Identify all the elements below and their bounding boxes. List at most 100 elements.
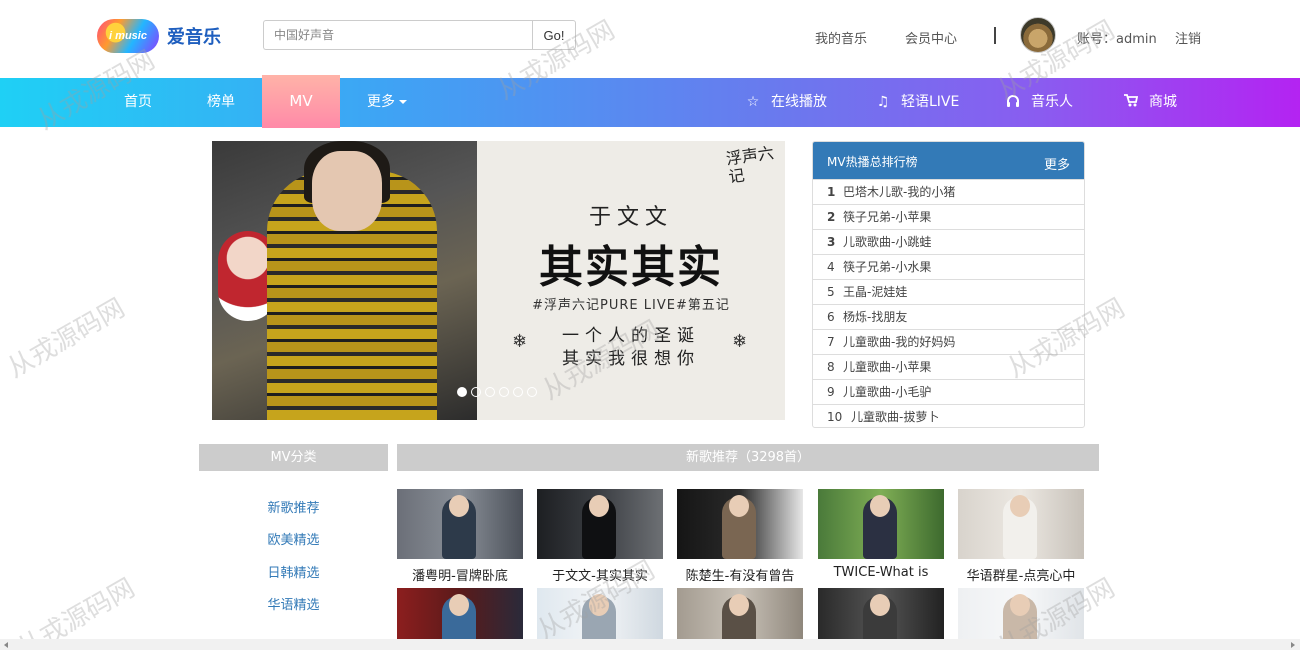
new-songs-header: 新歌推荐（3298首） [397,444,1099,471]
member-center-link[interactable]: 会员中心 [905,28,957,47]
mv-title: 陈楚生-有没有曾告 [685,569,795,584]
logout-link[interactable]: 注销 [1175,28,1201,47]
rank-number: 10 [827,410,843,424]
mv-title: 于文文-其实其实 [552,569,648,584]
scroll-right-icon[interactable] [1291,642,1295,648]
carousel-dot[interactable] [499,387,509,397]
carousel-dot[interactable] [513,387,523,397]
horizontal-scrollbar[interactable] [0,639,1300,650]
watermark: 从戎源码网 [12,573,141,650]
rank-title: 儿童歌曲-我的好妈妈 [843,335,956,349]
rank-number: 5 [827,285,835,299]
thumbnail-face [1010,594,1030,616]
rank-number: 2 [827,210,836,224]
mv-card[interactable]: 陈楚生-有没有曾告 [677,489,803,584]
ranking-row[interactable]: 9 儿童歌曲-小毛驴 [813,379,1084,404]
ranking-row[interactable]: 8 儿童歌曲-小苹果 [813,354,1084,379]
nav-home[interactable]: 首页 [124,78,152,127]
logo-text: 爱音乐 [167,27,221,48]
search-button[interactable]: Go! [532,20,576,50]
mv-card[interactable]: TWICE-What is [818,489,944,580]
search-bar: Go! [263,20,576,50]
ranking-row[interactable]: 7 儿童歌曲-我的好妈妈 [813,329,1084,354]
nav-charts[interactable]: 榜单 [207,78,235,127]
rank-title: 筷子兄弟-小苹果 [843,210,932,224]
nav-online-play-label: 在线播放 [771,94,827,110]
nav-light-live-label: 轻语LIVE [901,94,960,110]
rank-title: 儿童歌曲-小苹果 [843,360,932,374]
ranking-row[interactable]: 10 儿童歌曲-拔萝卜 [813,404,1084,427]
mv-thumbnail [958,489,1084,559]
nav-more-label: 更多 [367,94,395,110]
main-nav: 首页 榜单 MV 更多 ☆ 在线播放 ♫ 轻语LIVE 音乐人 商城 [0,75,1300,128]
ranking-row[interactable]: 4 筷子兄弟-小水果 [813,254,1084,279]
logo[interactable]: i music 爱音乐 [97,18,237,54]
rank-number: 1 [827,185,836,199]
cart-icon [1123,78,1139,127]
mv-thumbnail [537,489,663,559]
banner-text-panel: 浮声六记 于文文 其实其实 #浮声六记PURE LIVE#第五记 一个人的圣诞 … [477,141,785,420]
ranking-row[interactable]: 3 儿歌歌曲-小跳蛙 [813,229,1084,254]
nav-musician[interactable]: 音乐人 [1005,78,1073,127]
nav-mv-label: MV [289,92,313,110]
scroll-left-icon[interactable] [4,642,8,648]
rank-number: 3 [827,235,836,249]
rank-title: 杨烁-找朋友 [843,310,908,324]
category-link-chinese[interactable]: 华语精选 [199,594,388,613]
nav-light-live[interactable]: ♫ 轻语LIVE [875,78,960,127]
carousel-dot[interactable] [471,387,481,397]
rank-number: 6 [827,310,835,324]
mv-card[interactable]: 潘粤明-冒牌卧底 [397,489,523,584]
rank-title: 巴塔木儿歌-我的小猪 [843,185,956,199]
carousel-dots [457,387,537,397]
account-label: 账号：admin [1077,32,1157,47]
banner-title: 其实其实 [539,242,723,293]
nav-mv[interactable]: MV [262,75,340,128]
rank-number: 7 [827,335,835,349]
rank-number: 8 [827,360,835,374]
search-input[interactable] [263,20,532,50]
ranking-more-link[interactable]: 更多 [1044,154,1070,173]
category-link-japan-korea[interactable]: 日韩精选 [199,562,388,581]
rank-title: 儿童歌曲-拔萝卜 [851,410,940,424]
mv-category-header: MV分类 [199,444,388,471]
logo-badge: i music [97,19,159,53]
ranking-row[interactable]: 2 筷子兄弟-小苹果 [813,204,1084,229]
avatar[interactable] [1020,17,1056,53]
mv-thumbnail [818,489,944,559]
watermark: 从戎源码网 [2,293,131,385]
mv-thumbnail [397,489,523,559]
rank-number: 4 [827,260,835,274]
mv-card[interactable]: 于文文-其实其实 [537,489,663,584]
star-icon: ☆ [746,94,760,110]
page: i music 爱音乐 Go! 我的音乐 会员中心 账号：admin 注销 首页… [0,0,1300,650]
mv-thumbnail [677,489,803,559]
carousel-dot[interactable] [457,387,467,397]
ranking-row[interactable]: 1 巴塔木儿歌-我的小猪 [813,179,1084,204]
my-music-link[interactable]: 我的音乐 [815,28,867,47]
nav-more[interactable]: 更多 [367,78,407,127]
mv-title: 潘粤明-冒牌卧底 [412,569,508,584]
banner-carousel[interactable]: 浮声六记 于文文 其实其实 #浮声六记PURE LIVE#第五记 一个人的圣诞 … [212,141,785,420]
header: i music 爱音乐 Go! 我的音乐 会员中心 账号：admin 注销 [0,0,1300,78]
nav-mall[interactable]: 商城 [1123,78,1177,127]
ranking-header: MV热播总排行榜 更多 [813,142,1084,179]
banner-photo [212,141,477,420]
nav-online-play[interactable]: ☆ 在线播放 [745,78,827,127]
ranking-row[interactable]: 6 杨烁-找朋友 [813,304,1084,329]
category-link-new[interactable]: 新歌推荐 [199,497,388,516]
snowflake-icon: ❄ [512,331,528,352]
category-link-western[interactable]: 欧美精选 [199,529,388,548]
thumbnail-face [589,495,609,517]
nav-mall-label: 商城 [1149,94,1177,110]
thumbnail-face [589,594,609,616]
header-divider [994,27,996,44]
ranking-row[interactable]: 5 王晶-泥娃娃 [813,279,1084,304]
rank-number: 9 [827,385,835,399]
carousel-dot[interactable] [485,387,495,397]
rank-title: 儿歌歌曲-小跳蛙 [843,235,932,249]
carousel-dot[interactable] [527,387,537,397]
mv-card[interactable]: 华语群星-点亮心中 [958,489,1084,584]
mv-title: TWICE-What is [833,565,929,580]
rank-title: 王晶-泥娃娃 [843,285,908,299]
